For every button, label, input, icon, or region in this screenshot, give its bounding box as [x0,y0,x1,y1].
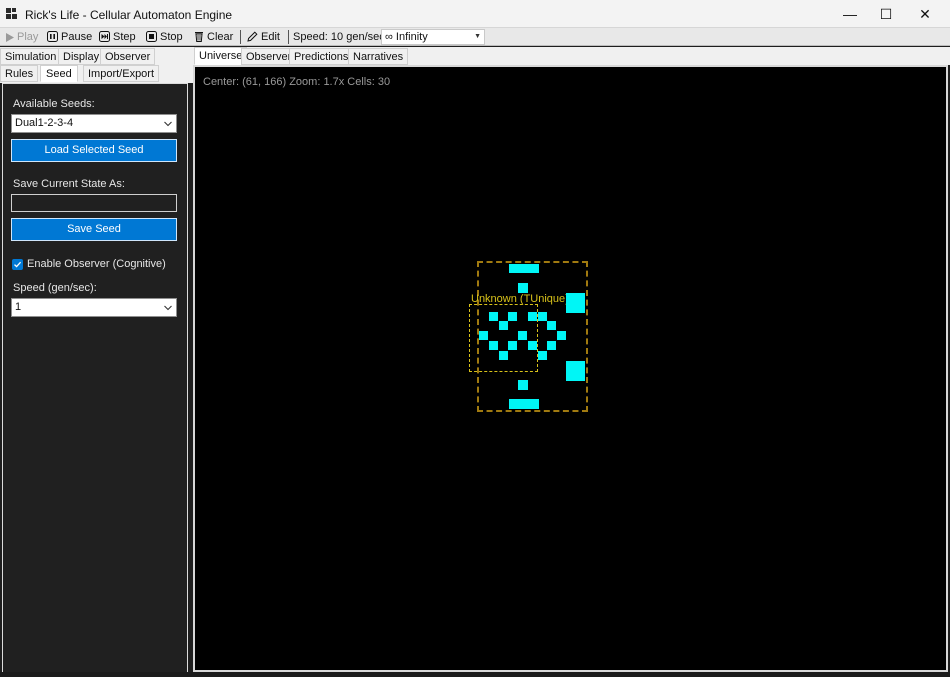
title-bar: Rick's Life - Cellular Automaton Engine … [0,0,950,28]
live-cell [528,341,537,350]
live-cell [566,361,585,381]
live-cell [489,312,498,321]
save-state-input[interactable] [11,194,177,212]
toolbar-separator [288,30,289,44]
step-button[interactable]: Step [99,29,136,45]
live-cell [509,399,539,409]
tab-import-export[interactable]: Import/Export [83,65,160,82]
tab-universe[interactable]: Universe [194,47,248,65]
live-cell [557,331,566,340]
clear-button[interactable]: Clear [194,29,233,45]
tab-simulation[interactable]: Simulation [0,48,62,65]
live-cell [479,331,488,340]
tab-seed[interactable]: Seed [40,65,78,82]
save-state-label: Save Current State As: [13,178,125,190]
tab-observer-settings[interactable]: Observer [100,48,156,65]
tab-predictions[interactable]: Predictions [289,48,354,65]
live-cell [538,312,547,321]
tab-narratives[interactable]: Narratives [348,48,409,65]
maximize-button[interactable]: ☐ [866,0,906,28]
tab-rules[interactable]: Rules [0,65,39,82]
chevron-down-icon [164,305,172,311]
live-cell [547,321,556,330]
toolbar: Play Pause Step Stop Clear Edit Speed: 1… [0,28,950,46]
tab-display[interactable]: Display [58,48,105,65]
left-tab-strip: Simulation Display Observer Rules Seed I… [0,47,193,83]
chevron-down-icon [164,121,172,127]
toolbar-separator [240,30,241,44]
observer-label: Unknown (TUnique) [471,293,569,305]
observer-checkbox[interactable] [12,259,23,270]
play-button[interactable]: Play [6,29,38,45]
seed-panel: Available Seeds: Dual1-2-3-4 Load Select… [2,83,188,673]
edit-button[interactable]: Edit [247,29,280,45]
stop-icon [146,31,157,42]
load-seed-button[interactable]: Load Selected Seed [11,139,177,162]
live-cell [508,312,517,321]
seed-select[interactable]: Dual1-2-3-4 [11,114,177,133]
viewport-info: Center: (61, 166) Zoom: 1.7x Cells: 30 [203,76,391,88]
live-cell [509,264,539,273]
live-cell [499,351,508,360]
play-icon [6,33,14,42]
live-cell [566,293,585,313]
save-seed-button[interactable]: Save Seed [11,218,177,241]
universe-canvas[interactable]: Center: (61, 166) Zoom: 1.7x Cells: 30 U… [193,65,948,672]
taskbar-strip [0,672,950,677]
dropdown-arrow-icon: ▼ [474,33,481,40]
observer-checkbox-label: Enable Observer (Cognitive) [27,258,166,270]
trash-icon [195,32,203,42]
live-cell [518,283,528,293]
pause-button[interactable]: Pause [47,29,92,45]
steps-combo[interactable]: ∞ Infinity ▼ [381,29,485,45]
live-cell [499,321,508,330]
minimize-button[interactable]: — [830,0,870,28]
window-title: Rick's Life - Cellular Automaton Engine [25,8,233,22]
live-cell [508,341,517,350]
live-cell [547,341,556,350]
speed-setting-label: Speed (gen/sec): [13,282,97,294]
close-button[interactable]: ✕ [905,0,945,28]
live-cell [518,380,528,390]
live-cell [518,331,527,340]
app-icon [6,8,18,20]
view-tab-strip: Universe Observer Predictions Narratives [193,47,950,65]
checkmark-icon [14,261,22,268]
speed-label: Speed: 10 gen/sec [293,31,385,43]
step-forward-icon [99,31,110,42]
tab-observer-view[interactable]: Observer [241,48,297,65]
pause-icon [47,31,58,42]
live-cell [538,351,547,360]
live-cell [489,341,498,350]
stop-button[interactable]: Stop [146,29,183,45]
available-seeds-label: Available Seeds: [13,98,95,110]
pencil-icon [247,31,258,42]
speed-select[interactable]: 1 [11,298,177,317]
live-cell [528,312,537,321]
